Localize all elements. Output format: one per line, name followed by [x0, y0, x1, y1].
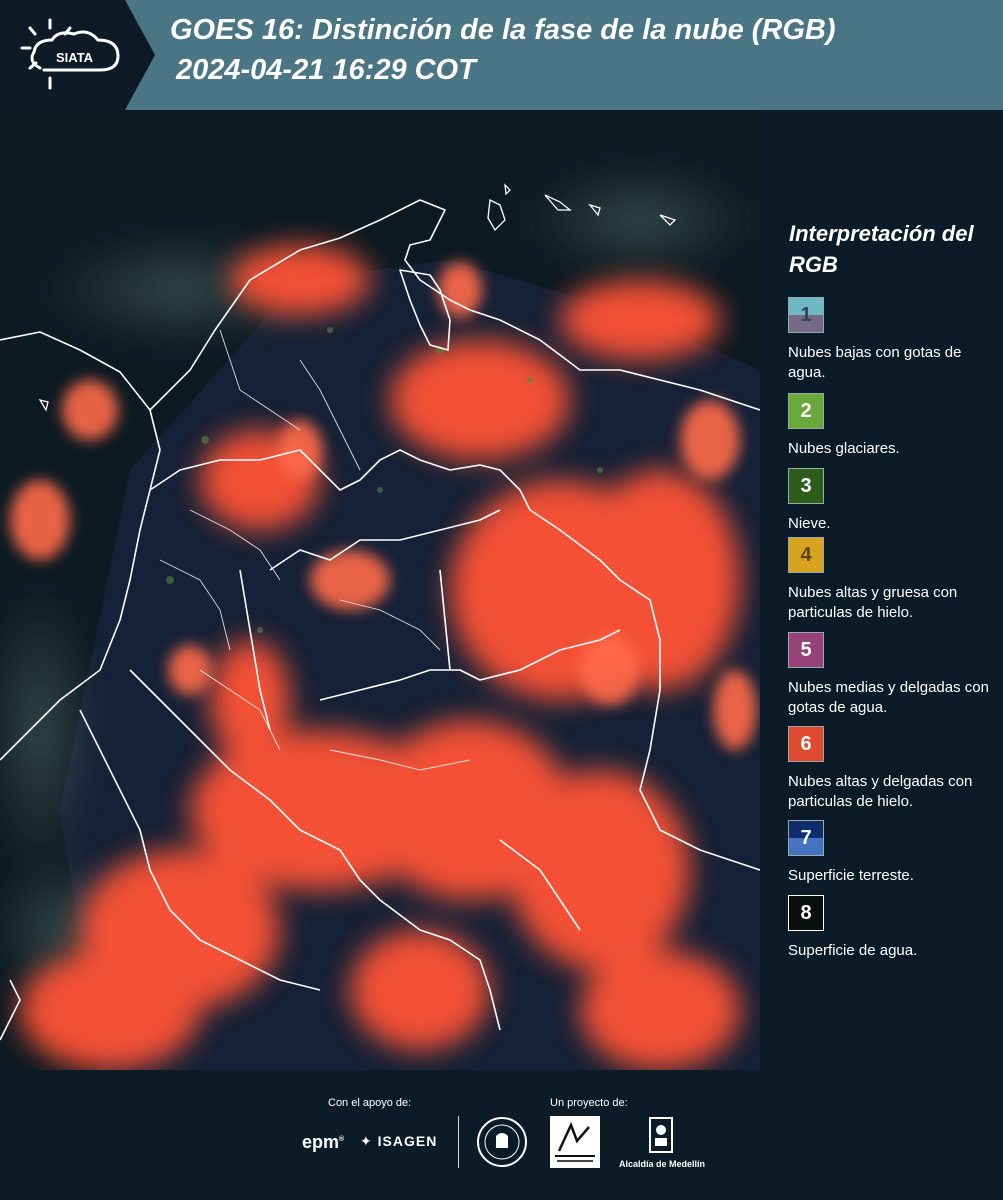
legend-swatch: 1 — [788, 297, 824, 333]
legend-label: Nubes bajas con gotas de agua. — [788, 344, 962, 381]
legend-swatch: 5 — [788, 632, 824, 668]
alcaldia-text: Alcaldía de Medellín — [618, 1159, 706, 1169]
page-timestamp: 2024-04-21 16:29 COT — [176, 54, 476, 86]
legend-swatch: 6 — [788, 726, 824, 762]
isagen-logo: ✦ ISAGEN — [360, 1133, 438, 1149]
university-seal-icon — [476, 1116, 528, 1173]
legend-swatch: 3 — [788, 468, 824, 504]
header-bar: SIATA GOES 16: Distinción de la fase de … — [0, 0, 1003, 110]
page-title: GOES 16: Distinción de la fase de la nub… — [170, 14, 836, 46]
legend-label: Superficie de agua. — [788, 942, 918, 959]
legend-swatch: 7 — [788, 820, 824, 856]
footer-divider — [458, 1116, 459, 1168]
alcaldia-crest-icon — [649, 1117, 673, 1153]
legend-label: Superficie terreste. — [788, 867, 914, 884]
area-metropolitana-logo — [550, 1116, 600, 1168]
isagen-mark-icon: ✦ — [360, 1133, 373, 1149]
legend-label: Nubes altas y delgadas con particulas de… — [788, 773, 973, 810]
legend-swatch: 8 — [788, 895, 824, 931]
siata-logo-text: SIATA — [56, 50, 94, 65]
legend-label: Nubes glaciares. — [788, 440, 900, 457]
siata-logo: SIATA — [0, 0, 160, 110]
footer: Con el apoyo de: Un proyecto de: epm® ✦ … — [0, 1070, 1003, 1200]
alcaldia-logo: Alcaldía de Medellín — [612, 1116, 712, 1176]
epm-logo: epm® — [302, 1132, 345, 1152]
legend-label: Nubes altas y gruesa con particulas de h… — [788, 584, 958, 621]
legend-swatch: 2 — [788, 393, 824, 429]
legend-title: Interpretación del RGB — [789, 221, 974, 277]
legend-panel: Interpretación del RGB 1 Nubes bajas con… — [760, 110, 1003, 1070]
legend-label: Nieve. — [788, 515, 831, 532]
legend-label: Nubes medias y delgadas con gotas de agu… — [788, 679, 989, 716]
legend-swatch: 4 — [788, 537, 824, 573]
satellite-map — [0, 110, 760, 1070]
project-caption: Un proyecto de: — [550, 1097, 628, 1109]
support-caption: Con el apoyo de: — [328, 1097, 412, 1109]
